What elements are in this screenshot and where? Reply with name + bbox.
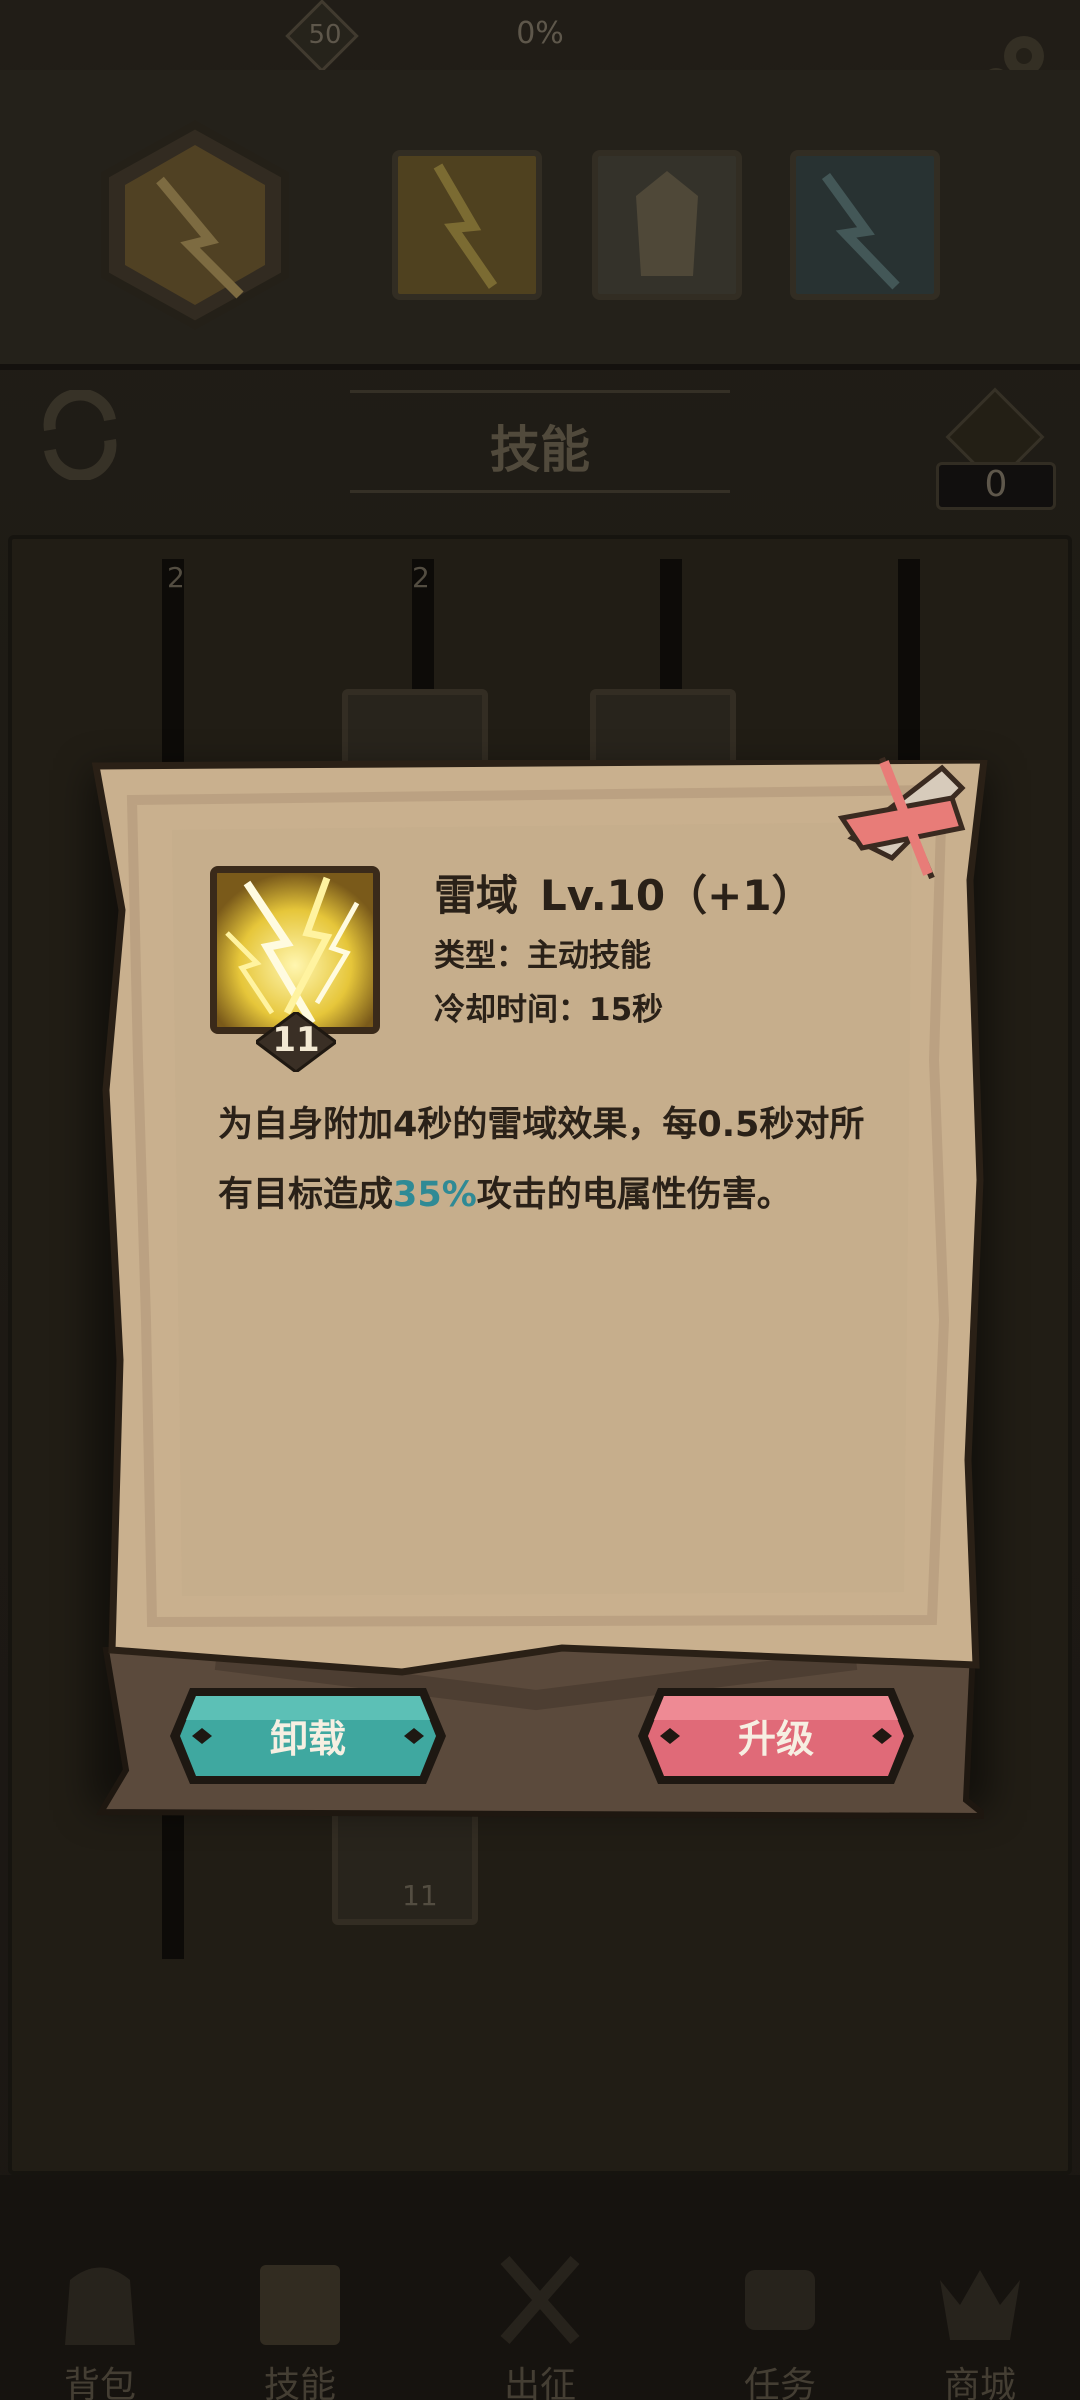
skill-icon-level: 11 [272, 1020, 320, 1060]
skill-damage-percent: 35% [393, 1175, 477, 1215]
thunder-domain-icon [217, 873, 373, 1027]
unload-button-label: 卸载 [269, 1717, 346, 1761]
unload-button[interactable]: 卸载 [166, 1684, 450, 1788]
skill-level: Lv.10（+1） [540, 871, 814, 920]
upgrade-button-label: 升级 [737, 1717, 814, 1761]
skill-title: 雷域 Lv.10（+1） [434, 862, 814, 922]
skill-description-text: 攻击的电属性伤害。 [476, 1175, 792, 1215]
skill-cooldown: 冷却时间：15秒 [434, 984, 663, 1029]
upgrade-button[interactable]: 升级 [634, 1684, 918, 1788]
skill-cooldown-value: 15秒 [589, 992, 664, 1028]
skill-type-value: 主动技能 [527, 938, 651, 974]
skill-description: 为自身附加4秒的雷域效果，每0.5秒对所有目标造成35%攻击的电属性伤害。 [218, 1090, 868, 1230]
skill-type-label: 类型： [434, 938, 527, 974]
close-icon[interactable] [822, 748, 982, 898]
skill-name: 雷域 [434, 871, 519, 920]
skill-cooldown-label: 冷却时间： [434, 992, 589, 1028]
skill-icon [210, 866, 380, 1034]
skill-type: 类型：主动技能 [434, 930, 651, 975]
